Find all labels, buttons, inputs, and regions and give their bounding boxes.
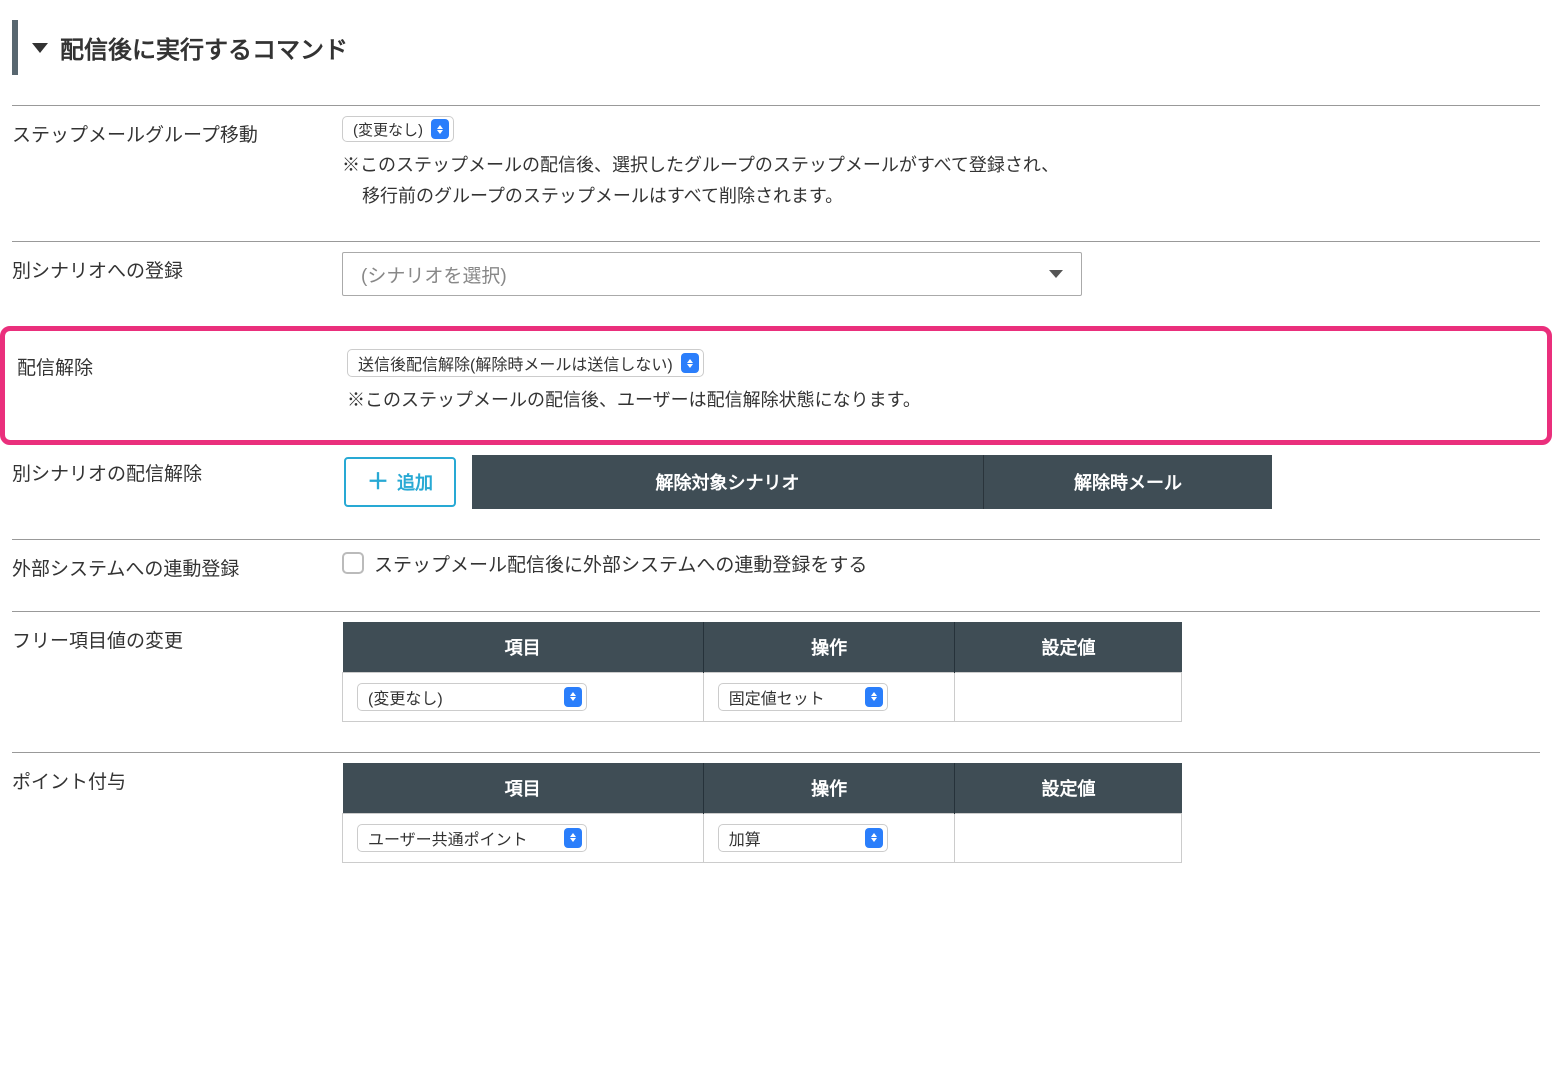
label-point-grant: ポイント付与 [12, 763, 342, 794]
table-point-grant: 項目 操作 設定値 ユーザー共通ポイント 加算 [342, 763, 1182, 863]
row-point-grant: ポイント付与 項目 操作 設定値 ユーザー共通ポイント 加算 [12, 752, 1540, 893]
cell-point-value[interactable] [955, 813, 1182, 862]
row-free-item: フリー項目値の変更 項目 操作 設定値 (変更なし) 固定値セット [12, 611, 1540, 752]
add-scenario-cancel-button[interactable]: ＋ 追加 [344, 457, 456, 507]
select-point-op[interactable]: 加算 [718, 824, 888, 852]
th-free-op: 操作 [703, 622, 955, 673]
select-unsubscribe-value: 送信後配信解除(解除時メールは送信しない) [358, 351, 673, 375]
helper-group-move: ※このステップメールの配信後、選択したグループのステップメールがすべて登録され、… [342, 150, 1520, 211]
label-alt-scenario-cancel: 別シナリオの配信解除 [12, 455, 342, 486]
section-header[interactable]: 配信後に実行するコマンド [12, 20, 1552, 75]
select-free-op-value: 固定値セット [729, 685, 825, 709]
updown-caret-icon [564, 828, 582, 848]
select-unsubscribe[interactable]: 送信後配信解除(解除時メールは送信しない) [347, 349, 704, 377]
add-button-label: 追加 [397, 469, 433, 495]
row-group-move: ステップメールグループ移動 (変更なし) ※このステップメールの配信後、選択した… [12, 105, 1540, 241]
select-point-item[interactable]: ユーザー共通ポイント [357, 824, 587, 852]
checkbox-box-icon [342, 552, 364, 574]
table-alt-scenario-cancel: ＋ 追加 解除対象シナリオ 解除時メール [342, 455, 1272, 509]
row-alt-scenario-cancel: 別シナリオの配信解除 ＋ 追加 解除対象シナリオ 解除時メール [12, 451, 1540, 539]
table-free-item: 項目 操作 設定値 (変更なし) 固定値セット [342, 622, 1182, 722]
select-group-move[interactable]: (変更なし) [342, 116, 454, 142]
label-unsubscribe: 配信解除 [17, 349, 347, 380]
select-free-item-value: (変更なし) [368, 685, 443, 709]
th-point-item: 項目 [343, 763, 704, 814]
th-free-item: 項目 [343, 622, 704, 673]
select-free-item[interactable]: (変更なし) [357, 683, 587, 711]
label-group-move: ステップメールグループ移動 [12, 116, 342, 147]
row-external-link: 外部システムへの連動登録 ステップメール配信後に外部システムへの連動登録をする [12, 539, 1540, 611]
label-free-item: フリー項目値の変更 [12, 622, 342, 653]
label-external-link: 外部システムへの連動登録 [12, 550, 342, 581]
select-point-item-value: ユーザー共通ポイント [368, 826, 528, 850]
select-point-op-value: 加算 [729, 826, 761, 850]
th-free-val: 設定値 [955, 622, 1182, 673]
highlight-unsubscribe: 配信解除 送信後配信解除(解除時メールは送信しない) ※このステップメールの配信… [0, 326, 1552, 445]
updown-caret-icon [865, 828, 883, 848]
helper-unsubscribe: ※このステップメールの配信後、ユーザーは配信解除状態になります。 [347, 385, 1515, 416]
th-cancel-mail: 解除時メール [984, 455, 1273, 509]
updown-caret-icon [865, 687, 883, 707]
select-group-move-value: (変更なし) [353, 119, 423, 140]
cell-free-value[interactable] [955, 672, 1182, 721]
th-cancel-target: 解除対象シナリオ [472, 455, 984, 509]
collapse-triangle-icon [32, 43, 48, 53]
checkbox-external-link[interactable]: ステップメール配信後に外部システムへの連動登録をする [342, 550, 867, 577]
updown-caret-icon [681, 353, 699, 373]
th-point-val: 設定値 [955, 763, 1182, 814]
row-alt-scenario: 別シナリオへの登録 (シナリオを選択) [12, 241, 1540, 326]
th-point-op: 操作 [703, 763, 955, 814]
label-alt-scenario: 別シナリオへの登録 [12, 252, 342, 283]
updown-caret-icon [431, 119, 449, 139]
checkbox-external-link-label: ステップメール配信後に外部システムへの連動登録をする [374, 550, 867, 577]
updown-caret-icon [564, 687, 582, 707]
select-free-op[interactable]: 固定値セット [718, 683, 888, 711]
plus-icon: ＋ [367, 471, 389, 493]
select-alt-scenario-placeholder: (シナリオを選択) [361, 261, 507, 288]
chevron-down-icon [1049, 270, 1063, 278]
section-title: 配信後に実行するコマンド [60, 30, 348, 65]
select-alt-scenario[interactable]: (シナリオを選択) [342, 252, 1082, 296]
